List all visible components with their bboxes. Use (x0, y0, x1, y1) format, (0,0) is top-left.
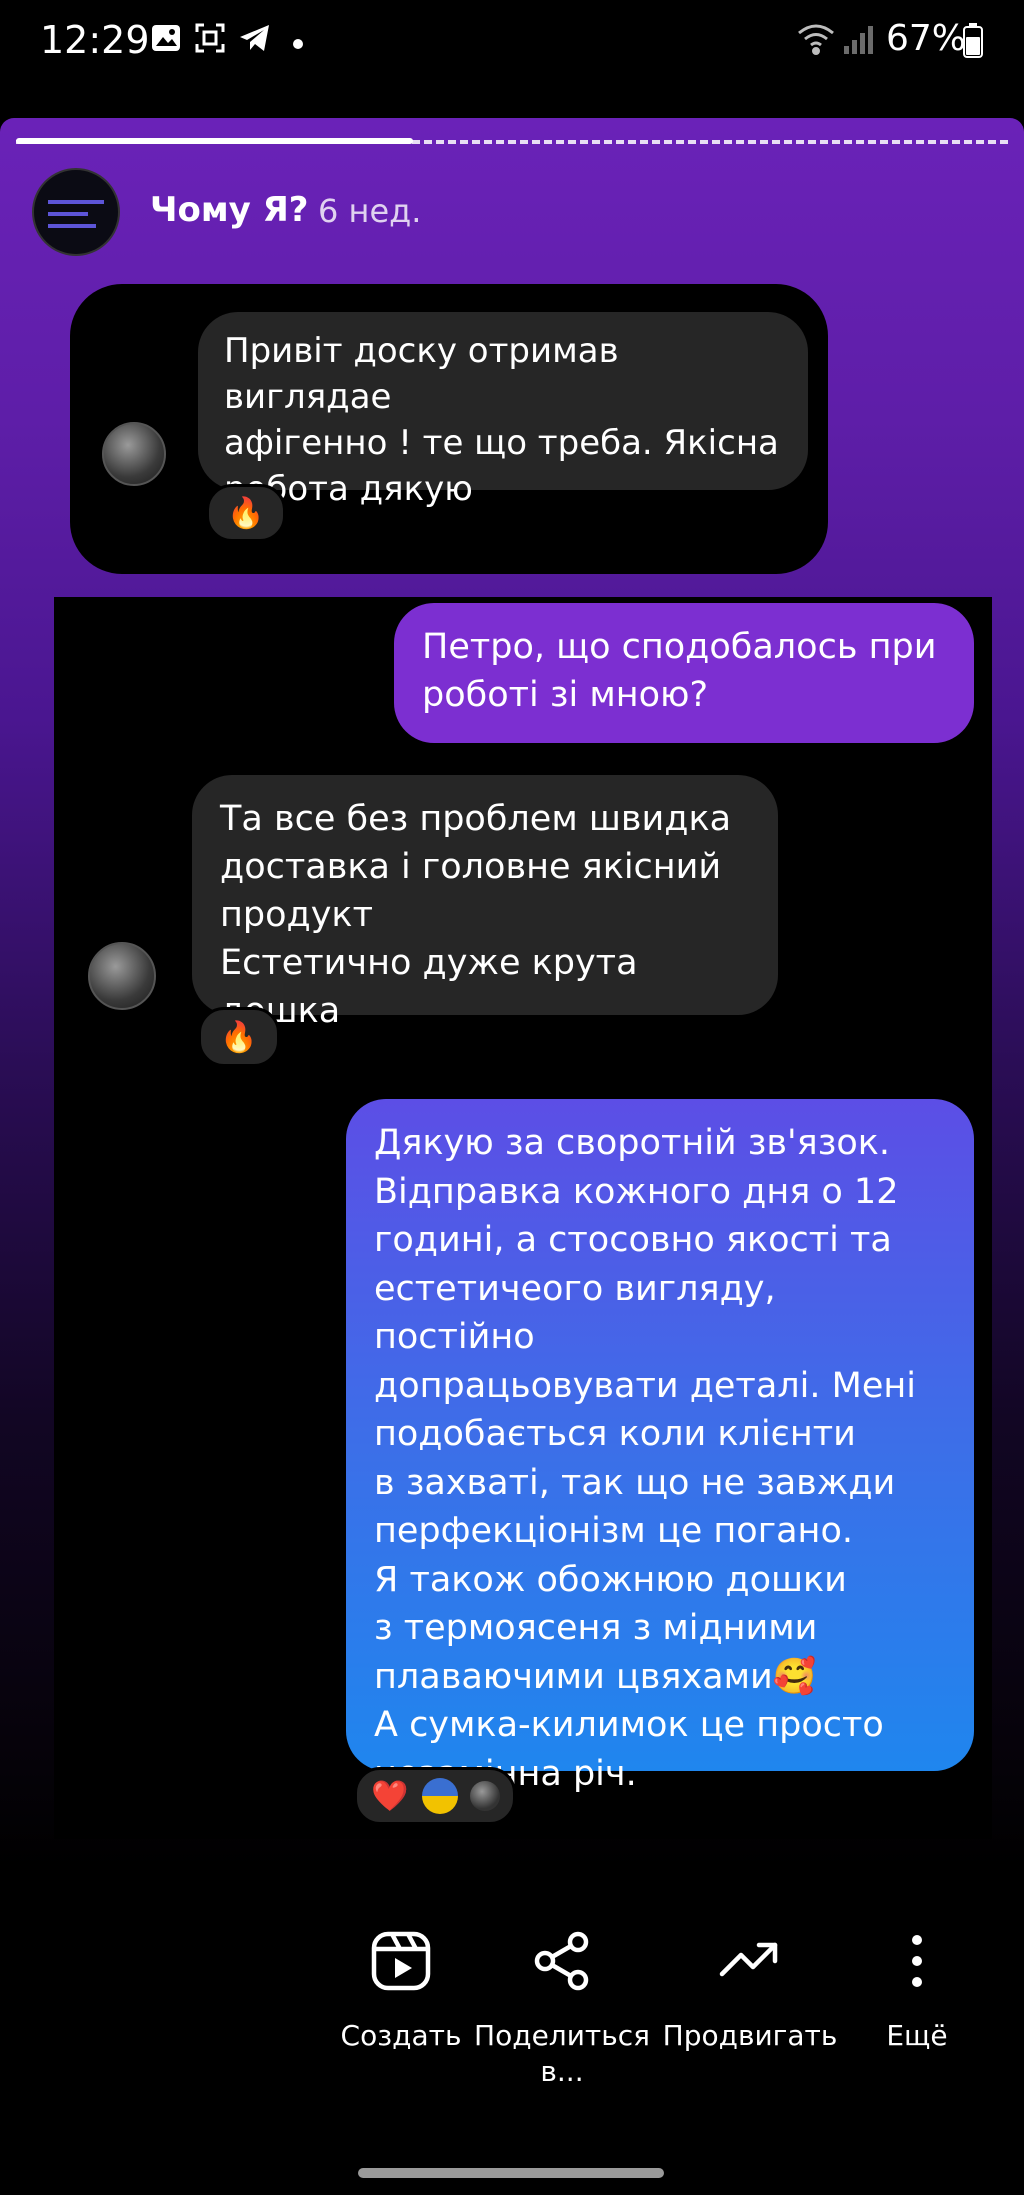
chat-screenshot-2: Петро, що сподобалось при роботі зі мною… (54, 597, 992, 1839)
reactor-avatar (470, 1781, 501, 1811)
message-outgoing-1: Петро, що сподобалось при роботі зі мною… (394, 603, 974, 743)
battery-icon (963, 23, 983, 58)
more-vertical-icon (912, 1935, 922, 1987)
telegram-icon (240, 25, 269, 51)
wifi-icon (798, 24, 834, 55)
contact-avatar (88, 942, 156, 1010)
battery-percent: 67% (886, 18, 967, 59)
status-time: 12:29 (40, 18, 150, 62)
profile-avatar[interactable] (32, 168, 120, 256)
share-button[interactable]: Поделиться в... (467, 1930, 657, 2090)
signal-icon (844, 26, 873, 54)
story-actions-bar: Создать Поделиться в... Продвигать Ещё (0, 1930, 1024, 2130)
message-outgoing-2: Дякую за сворот­ній зв'язок. Відправка к… (346, 1099, 974, 1794)
fire-reaction-icon: 🔥 (198, 1007, 280, 1067)
gallery-icon (152, 25, 180, 51)
message-incoming-1: Привіт доску отримав виглядае афігенно !… (198, 312, 808, 509)
promote-label: Продвигать (662, 2019, 838, 2052)
more-button[interactable]: Ещё (822, 1930, 1012, 2054)
chat-screenshot-1: Привіт доску отримав виглядае афігенно !… (70, 284, 828, 574)
fire-reaction-icon: 🔥 (206, 484, 286, 542)
share-icon (534, 1931, 589, 1991)
notification-dot-icon (293, 39, 303, 49)
reactions-bar: ❤️ (354, 1767, 516, 1825)
home-indicator[interactable] (358, 2168, 664, 2178)
story-timestamp: 6 нед. (318, 192, 422, 230)
reels-icon (371, 1931, 431, 1991)
status-bar: 12:29 67% (0, 0, 1024, 90)
more-label: Ещё (886, 2019, 948, 2052)
share-label: Поделиться в... (474, 2019, 650, 2088)
promote-button[interactable]: Продвигать (655, 1930, 845, 2054)
story-username[interactable]: Чому Я? (150, 190, 309, 230)
trending-up-icon (719, 1942, 778, 1977)
contact-avatar (102, 422, 166, 486)
screenshot-icon (195, 23, 225, 53)
reactor-avatar (422, 1778, 459, 1814)
heart-reaction-icon: ❤️ (371, 1778, 409, 1814)
story-progress-fill (16, 138, 413, 144)
message-incoming-2: Та все без проблем швидка доставка і гол… (192, 775, 778, 1031)
